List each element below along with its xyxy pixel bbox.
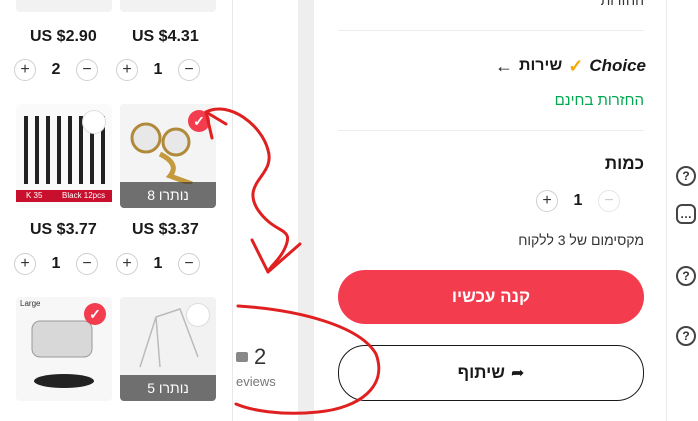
annotation-overlay bbox=[204, 107, 381, 415]
